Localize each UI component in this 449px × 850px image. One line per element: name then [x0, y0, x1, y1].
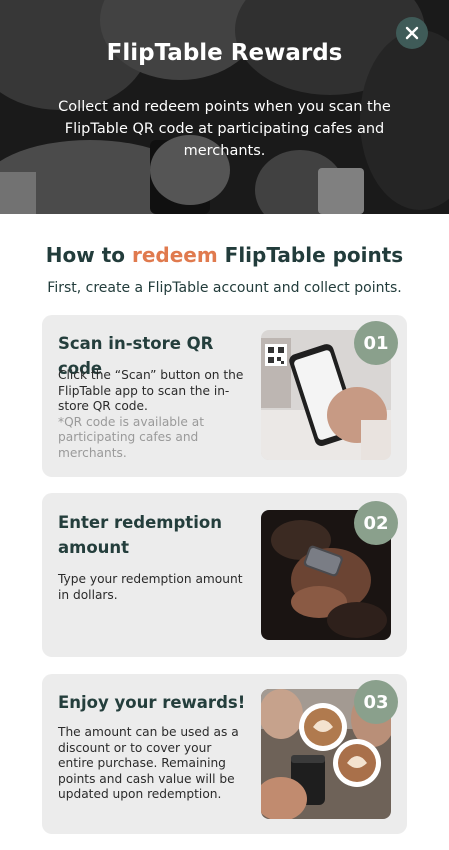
hero-banner: FlipTable Rewards Collect and redeem poi…	[0, 0, 449, 214]
step-number-badge: 03	[354, 680, 398, 724]
step-title: Enter redemption amount	[58, 513, 222, 557]
modal-title: FlipTable Rewards	[106, 40, 343, 66]
heading-accent: redeem	[131, 243, 218, 267]
step-note: *QR code is available at participating c…	[58, 414, 205, 460]
step-title: Enjoy your rewards!	[58, 693, 246, 712]
close-button[interactable]	[396, 17, 428, 49]
section-heading: How to redeem FlipTable points	[0, 243, 449, 267]
section-intro: First, create a FlipTable account and co…	[47, 280, 402, 296]
close-icon	[405, 26, 419, 40]
modal-subtitle: Collect and redeem points when you scan …	[58, 99, 391, 159]
heading-text-end: FlipTable points	[217, 243, 404, 267]
rewards-modal: FlipTable Rewards Collect and redeem poi…	[0, 0, 449, 850]
heading-text-start: How to	[45, 243, 132, 267]
step-card-scan: Scan in-store QR code Click the “Scan” b…	[42, 315, 407, 477]
step-number-badge: 01	[354, 321, 398, 365]
step-text: Click the “Scan” button on the FlipTable…	[58, 368, 244, 413]
step-card-amount: Enter redemption amount Type your redemp…	[42, 493, 407, 657]
step-number-badge: 02	[354, 501, 398, 545]
step-description: The amount can be used as a discount or …	[58, 725, 239, 801]
step-description: Click the “Scan” button on the FlipTable…	[58, 368, 248, 461]
step-card-rewards: Enjoy your rewards! The amount can be us…	[42, 674, 407, 834]
step-description: Type your redemption amount in dollars.	[58, 572, 243, 602]
